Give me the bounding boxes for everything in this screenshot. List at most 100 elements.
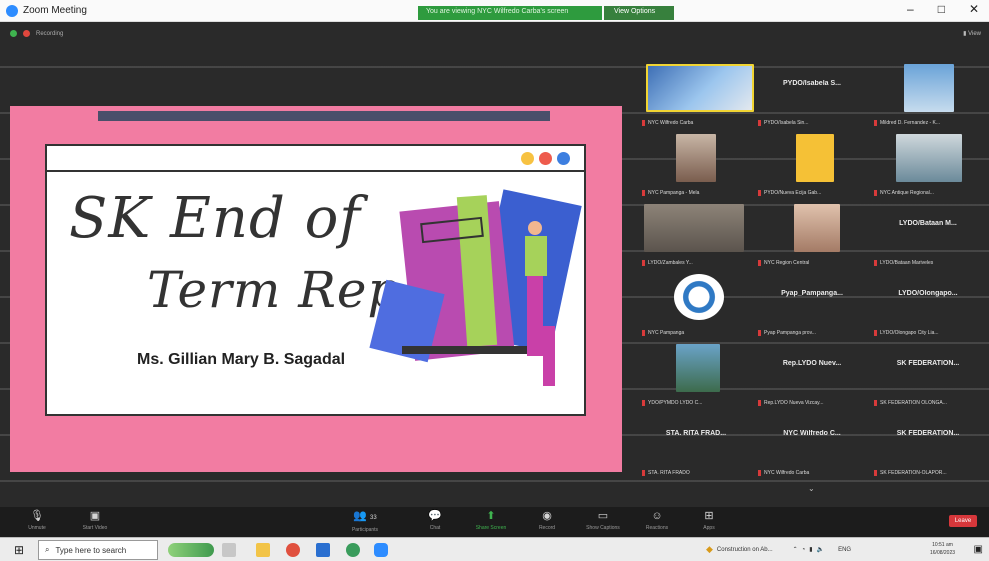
volume-icon[interactable]: 🔈 <box>817 546 824 553</box>
participant-tile[interactable]: NYC Region Central <box>756 200 868 268</box>
participant-tile[interactable]: NYC Pampanga - Mela <box>640 130 752 198</box>
participant-name: PYDO/Nueva Ecija Gab... <box>756 190 868 196</box>
participant-display-name: LYDO/Olongapo... <box>898 290 958 297</box>
participant-tile[interactable]: NYC Pampanga <box>640 270 752 338</box>
gallery-more-chevron-icon[interactable]: ⌄ <box>808 484 815 493</box>
view-control[interactable]: ▮ View <box>963 30 981 37</box>
reactions-button[interactable]: ☺ Reactions <box>632 510 682 531</box>
record-button[interactable]: ◉ Record <box>522 510 572 531</box>
tray-chevron-icon[interactable]: ⌃ <box>793 546 798 553</box>
chrome-icon[interactable] <box>286 543 300 557</box>
participant-name: YDO/PYMDO LYDO C... <box>640 400 752 406</box>
participant-tile[interactable]: SK FEDERATION... SK FEDERATION-OLAPOR... <box>872 410 984 478</box>
taskbar-clock[interactable]: 10:51 am 16/08/2023 <box>930 541 955 557</box>
word-icon[interactable] <box>316 543 330 557</box>
view-options-button[interactable]: View Options <box>604 6 674 20</box>
share-banner: You are viewing NYC Wilfredo Carba's scr… <box>418 6 674 20</box>
participant-video <box>676 134 716 182</box>
participant-display-name: PYDO/Isabela S... <box>783 80 841 87</box>
chat-button[interactable]: 💬 Chat <box>410 510 460 531</box>
participants-button[interactable]: 👥 33 Participants <box>340 510 390 533</box>
participant-tile[interactable]: STA. RITA FRAD... STA. RITA FRADO <box>640 410 752 478</box>
unmute-button[interactable]: 🎙 Unmute <box>12 510 62 531</box>
participant-tile[interactable]: PYDO/Isabela S... PYDO/Isabela Sin... <box>756 60 868 128</box>
start-video-button[interactable]: ▣ Start Video <box>70 510 120 531</box>
participant-name: SK FEDERATION OLONGA... <box>872 400 984 406</box>
participant-video <box>674 274 724 320</box>
windows-start-icon[interactable]: ⊞ <box>14 543 24 557</box>
record-icon: ◉ <box>542 510 552 522</box>
slide-dots <box>521 152 570 165</box>
window-title: Zoom Meeting <box>23 5 87 16</box>
participant-tile[interactable]: PYDO/Nueva Ecija Gab... <box>756 130 868 198</box>
edge-icon[interactable] <box>346 543 360 557</box>
control-label: Record <box>538 525 556 531</box>
participant-name: Mildred D. Fernandez - K... <box>872 120 984 126</box>
language-indicator[interactable]: ENG <box>838 547 851 553</box>
control-label: Share Screen <box>475 525 507 531</box>
participant-display-name: NYC Wilfredo C... <box>783 430 841 437</box>
file-explorer-icon[interactable] <box>256 543 270 557</box>
widgets-icon[interactable] <box>168 543 214 557</box>
participant-name: NYC Pampanga - Mela <box>640 190 752 196</box>
participant-tile[interactable]: LYDO/Zambales Y... <box>640 200 752 268</box>
minimize-button[interactable]: – <box>907 2 914 16</box>
captions-button[interactable]: ▭ Show Captions <box>578 510 628 531</box>
tray-status[interactable]: Construction on Ab... <box>717 547 773 553</box>
search-placeholder: Type here to search <box>55 545 127 555</box>
chat-icon: 💬 <box>428 510 442 522</box>
apps-button[interactable]: ⊞ Apps <box>684 510 734 531</box>
network-icon[interactable]: ◔ <box>802 547 806 553</box>
participant-tile[interactable]: LYDO/Bataan M... LYDO/Bataan Mariveles <box>872 200 984 268</box>
participant-tile[interactable]: NYC Wilfredo C... NYC Wilfredo Carba <box>756 410 868 478</box>
participant-display-name: Rep.LYDO Nuev... <box>782 360 842 367</box>
participant-tile[interactable]: Pyap_Pampanga... Pyap Pampanga prov... <box>756 270 868 338</box>
control-label: Apps <box>703 525 715 531</box>
participant-name: NYC Wilfredo Carba <box>756 470 868 476</box>
meeting-control-bar: 🎙 Unmute ▣ Start Video 👥 33 Participants… <box>0 507 989 537</box>
notifications-icon[interactable]: ▣ <box>974 544 983 555</box>
participant-tile[interactable]: YDO/PYMDO LYDO C... <box>640 340 752 408</box>
control-label: Participants <box>351 527 379 533</box>
search-icon: ⌕ <box>45 545 50 554</box>
shared-screen-slide: SK End of Term Report Ms. Gillian Mary B… <box>10 106 622 472</box>
clock-date: 16/08/2023 <box>930 550 956 556</box>
participant-tile[interactable]: Rep.LYDO Nuev... Rep.LYDO Nueva Vizcay..… <box>756 340 868 408</box>
video-off-icon: ▣ <box>89 510 101 522</box>
system-tray: ◆ Construction on Ab... ⌃ ◔ ▮ 🔈 ENG <box>706 544 851 555</box>
blue-dot-icon <box>557 152 570 165</box>
participant-tile[interactable]: LYDO/Olongapo... LYDO/Olongapo City Lia.… <box>872 270 984 338</box>
share-banner-message: You are viewing NYC Wilfredo Carba's scr… <box>418 6 602 20</box>
participant-tile[interactable]: NYC Antique Regional... <box>872 130 984 198</box>
captions-icon: ▭ <box>597 510 609 522</box>
security-shield-icon[interactable] <box>10 30 17 37</box>
participant-display-name: STA. RITA FRAD... <box>665 430 727 437</box>
apps-icon: ⊞ <box>704 510 714 522</box>
participant-video <box>644 204 744 252</box>
close-button[interactable]: ✕ <box>969 2 979 16</box>
taskbar-search-input[interactable]: ⌕ Type here to search <box>38 540 158 560</box>
battery-icon[interactable]: ▮ <box>809 546 812 553</box>
meeting-status-bar: Recording <box>10 30 63 37</box>
participant-video <box>904 64 954 112</box>
participant-tile[interactable]: SK FEDERATION... SK FEDERATION OLONGA... <box>872 340 984 408</box>
zoom-taskbar-icon[interactable] <box>374 543 388 557</box>
record-indicator-icon <box>23 30 30 37</box>
slide-presenter: Ms. Gillian Mary B. Sagadal <box>137 351 346 368</box>
folders-illustration-icon <box>369 189 582 386</box>
maximize-button[interactable]: □ <box>938 2 945 16</box>
share-screen-button[interactable]: ⬆ Share Screen <box>466 510 516 531</box>
participant-tile[interactable]: Mildred D. Fernandez - K... <box>872 60 984 128</box>
participant-display-name: LYDO/Bataan M... <box>899 220 957 227</box>
participant-display-name: SK FEDERATION... <box>896 430 960 437</box>
participant-name: PYDO/Isabela Sin... <box>756 120 868 126</box>
yellow-dot-icon <box>521 152 534 165</box>
slide-frame-header <box>47 146 584 172</box>
participant-name: Rep.LYDO Nueva Vizcay... <box>756 400 868 406</box>
participant-name: LYDO/Zambales Y... <box>640 260 752 266</box>
participant-name: NYC Antique Regional... <box>872 190 984 196</box>
leave-button[interactable]: Leave <box>949 515 977 527</box>
task-view-icon[interactable] <box>222 543 236 557</box>
control-label: Unmute <box>28 525 46 531</box>
participant-tile[interactable]: NYC Wilfredo Carba <box>640 60 754 128</box>
